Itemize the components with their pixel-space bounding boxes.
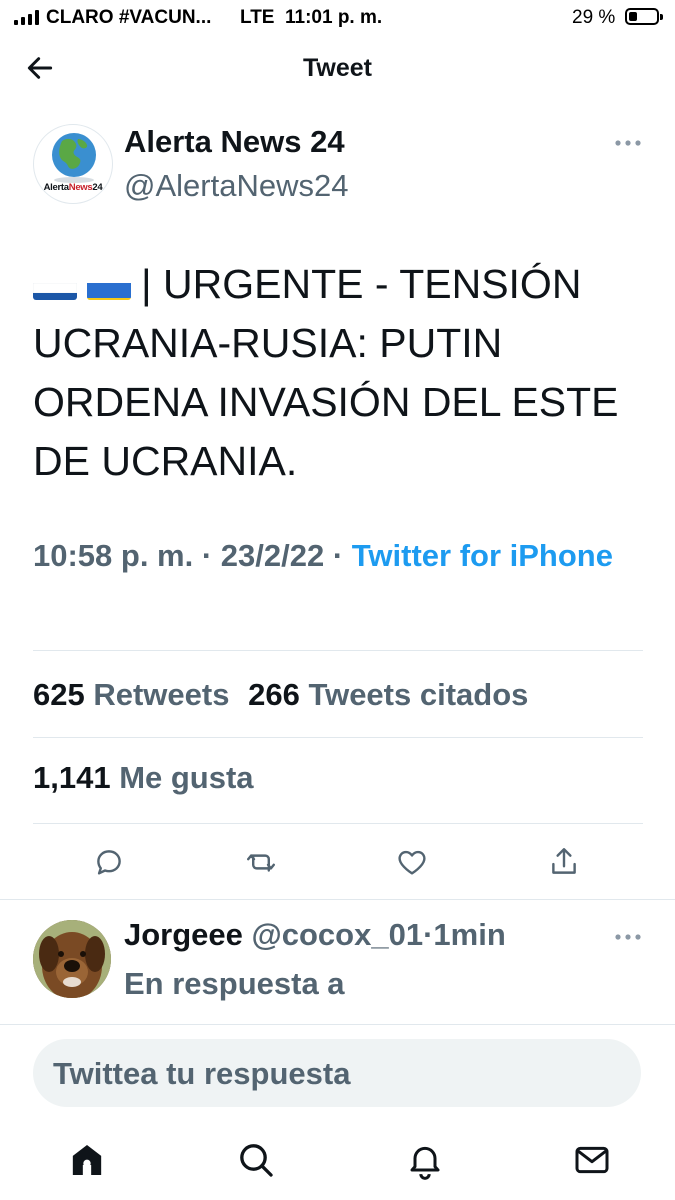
battery-percent: 29 % bbox=[572, 7, 616, 28]
in-reply-to-label: En respuesta a bbox=[124, 966, 345, 1001]
reply-more-options-icon[interactable] bbox=[614, 932, 642, 942]
divider bbox=[33, 737, 643, 738]
quotes-label: Tweets citados bbox=[299, 677, 529, 712]
engagement-stats: 625 Retweets 266 Tweets citados bbox=[33, 677, 528, 713]
page-title: Tweet bbox=[303, 54, 372, 82]
share-icon[interactable] bbox=[547, 845, 581, 879]
carrier-name: CLARO #VACUN... bbox=[46, 7, 212, 28]
divider bbox=[33, 650, 643, 651]
reply-time: ·1min bbox=[423, 917, 506, 952]
tweet-actions bbox=[0, 845, 675, 889]
divider bbox=[33, 823, 643, 824]
likes-link[interactable]: 1,141 Me gusta bbox=[33, 760, 254, 796]
battery-icon bbox=[625, 8, 663, 25]
dog-avatar-icon bbox=[33, 920, 111, 998]
reply-input-placeholder: Twittea tu respuesta bbox=[53, 1056, 351, 1091]
author-name[interactable]: Alerta News 24 bbox=[124, 124, 345, 160]
author-handle[interactable]: @AlertaNews24 bbox=[124, 168, 348, 204]
quotes-link[interactable]: 266 Tweets citados bbox=[248, 677, 528, 712]
likes-label: Me gusta bbox=[110, 760, 254, 795]
russia-flag-icon bbox=[33, 270, 77, 300]
author-avatar[interactable]: AlertaNews24 bbox=[33, 124, 113, 204]
more-options-icon[interactable] bbox=[614, 138, 642, 148]
tweet-source[interactable]: Twitter for iPhone bbox=[352, 538, 613, 573]
avatar-logo-text: AlertaNews24 bbox=[43, 182, 103, 193]
tweet-meta: 10:58 p. m. · 23/2/22 · Twitter for iPho… bbox=[33, 533, 643, 579]
divider bbox=[0, 899, 675, 900]
retweets-link[interactable]: 625 Retweets bbox=[33, 677, 229, 712]
signal-icon bbox=[14, 10, 39, 25]
reply-author-handle[interactable]: @cocox_01 bbox=[243, 917, 424, 952]
reply-icon[interactable] bbox=[92, 845, 126, 879]
ukraine-flag-icon bbox=[87, 270, 131, 300]
search-icon[interactable] bbox=[236, 1140, 276, 1180]
messages-icon[interactable] bbox=[572, 1140, 612, 1180]
tweet-text: | URGENTE - TENSIÓN UCRANIA-RUSIA: PUTIN… bbox=[33, 255, 643, 491]
reply-input[interactable]: Twittea tu respuesta bbox=[33, 1039, 641, 1107]
retweets-count: 625 bbox=[33, 677, 85, 712]
like-icon[interactable] bbox=[395, 845, 429, 879]
reply-avatar[interactable] bbox=[33, 920, 111, 998]
tweet-timestamp[interactable]: 10:58 p. m. · 23/2/22 · bbox=[33, 538, 352, 573]
reply-composer: Twittea tu respuesta bbox=[0, 1024, 675, 1121]
retweets-label: Retweets bbox=[84, 677, 230, 712]
top-bar: Tweet bbox=[0, 36, 675, 106]
retweet-icon[interactable] bbox=[244, 845, 278, 879]
reply-header: Jorgeee @cocox_01·1min bbox=[124, 917, 506, 953]
home-icon[interactable] bbox=[67, 1140, 107, 1180]
notifications-icon[interactable] bbox=[405, 1140, 445, 1180]
quotes-count: 266 bbox=[248, 677, 300, 712]
status-bar: CLARO #VACUN... LTE 11:01 p. m. 29 % bbox=[0, 0, 675, 36]
status-time: 11:01 p. m. bbox=[285, 7, 383, 28]
bottom-tab-bar bbox=[0, 1120, 675, 1200]
likes-count: 1,141 bbox=[33, 760, 111, 795]
reply-author-name[interactable]: Jorgeee bbox=[124, 917, 243, 952]
network-type: LTE bbox=[240, 7, 275, 28]
